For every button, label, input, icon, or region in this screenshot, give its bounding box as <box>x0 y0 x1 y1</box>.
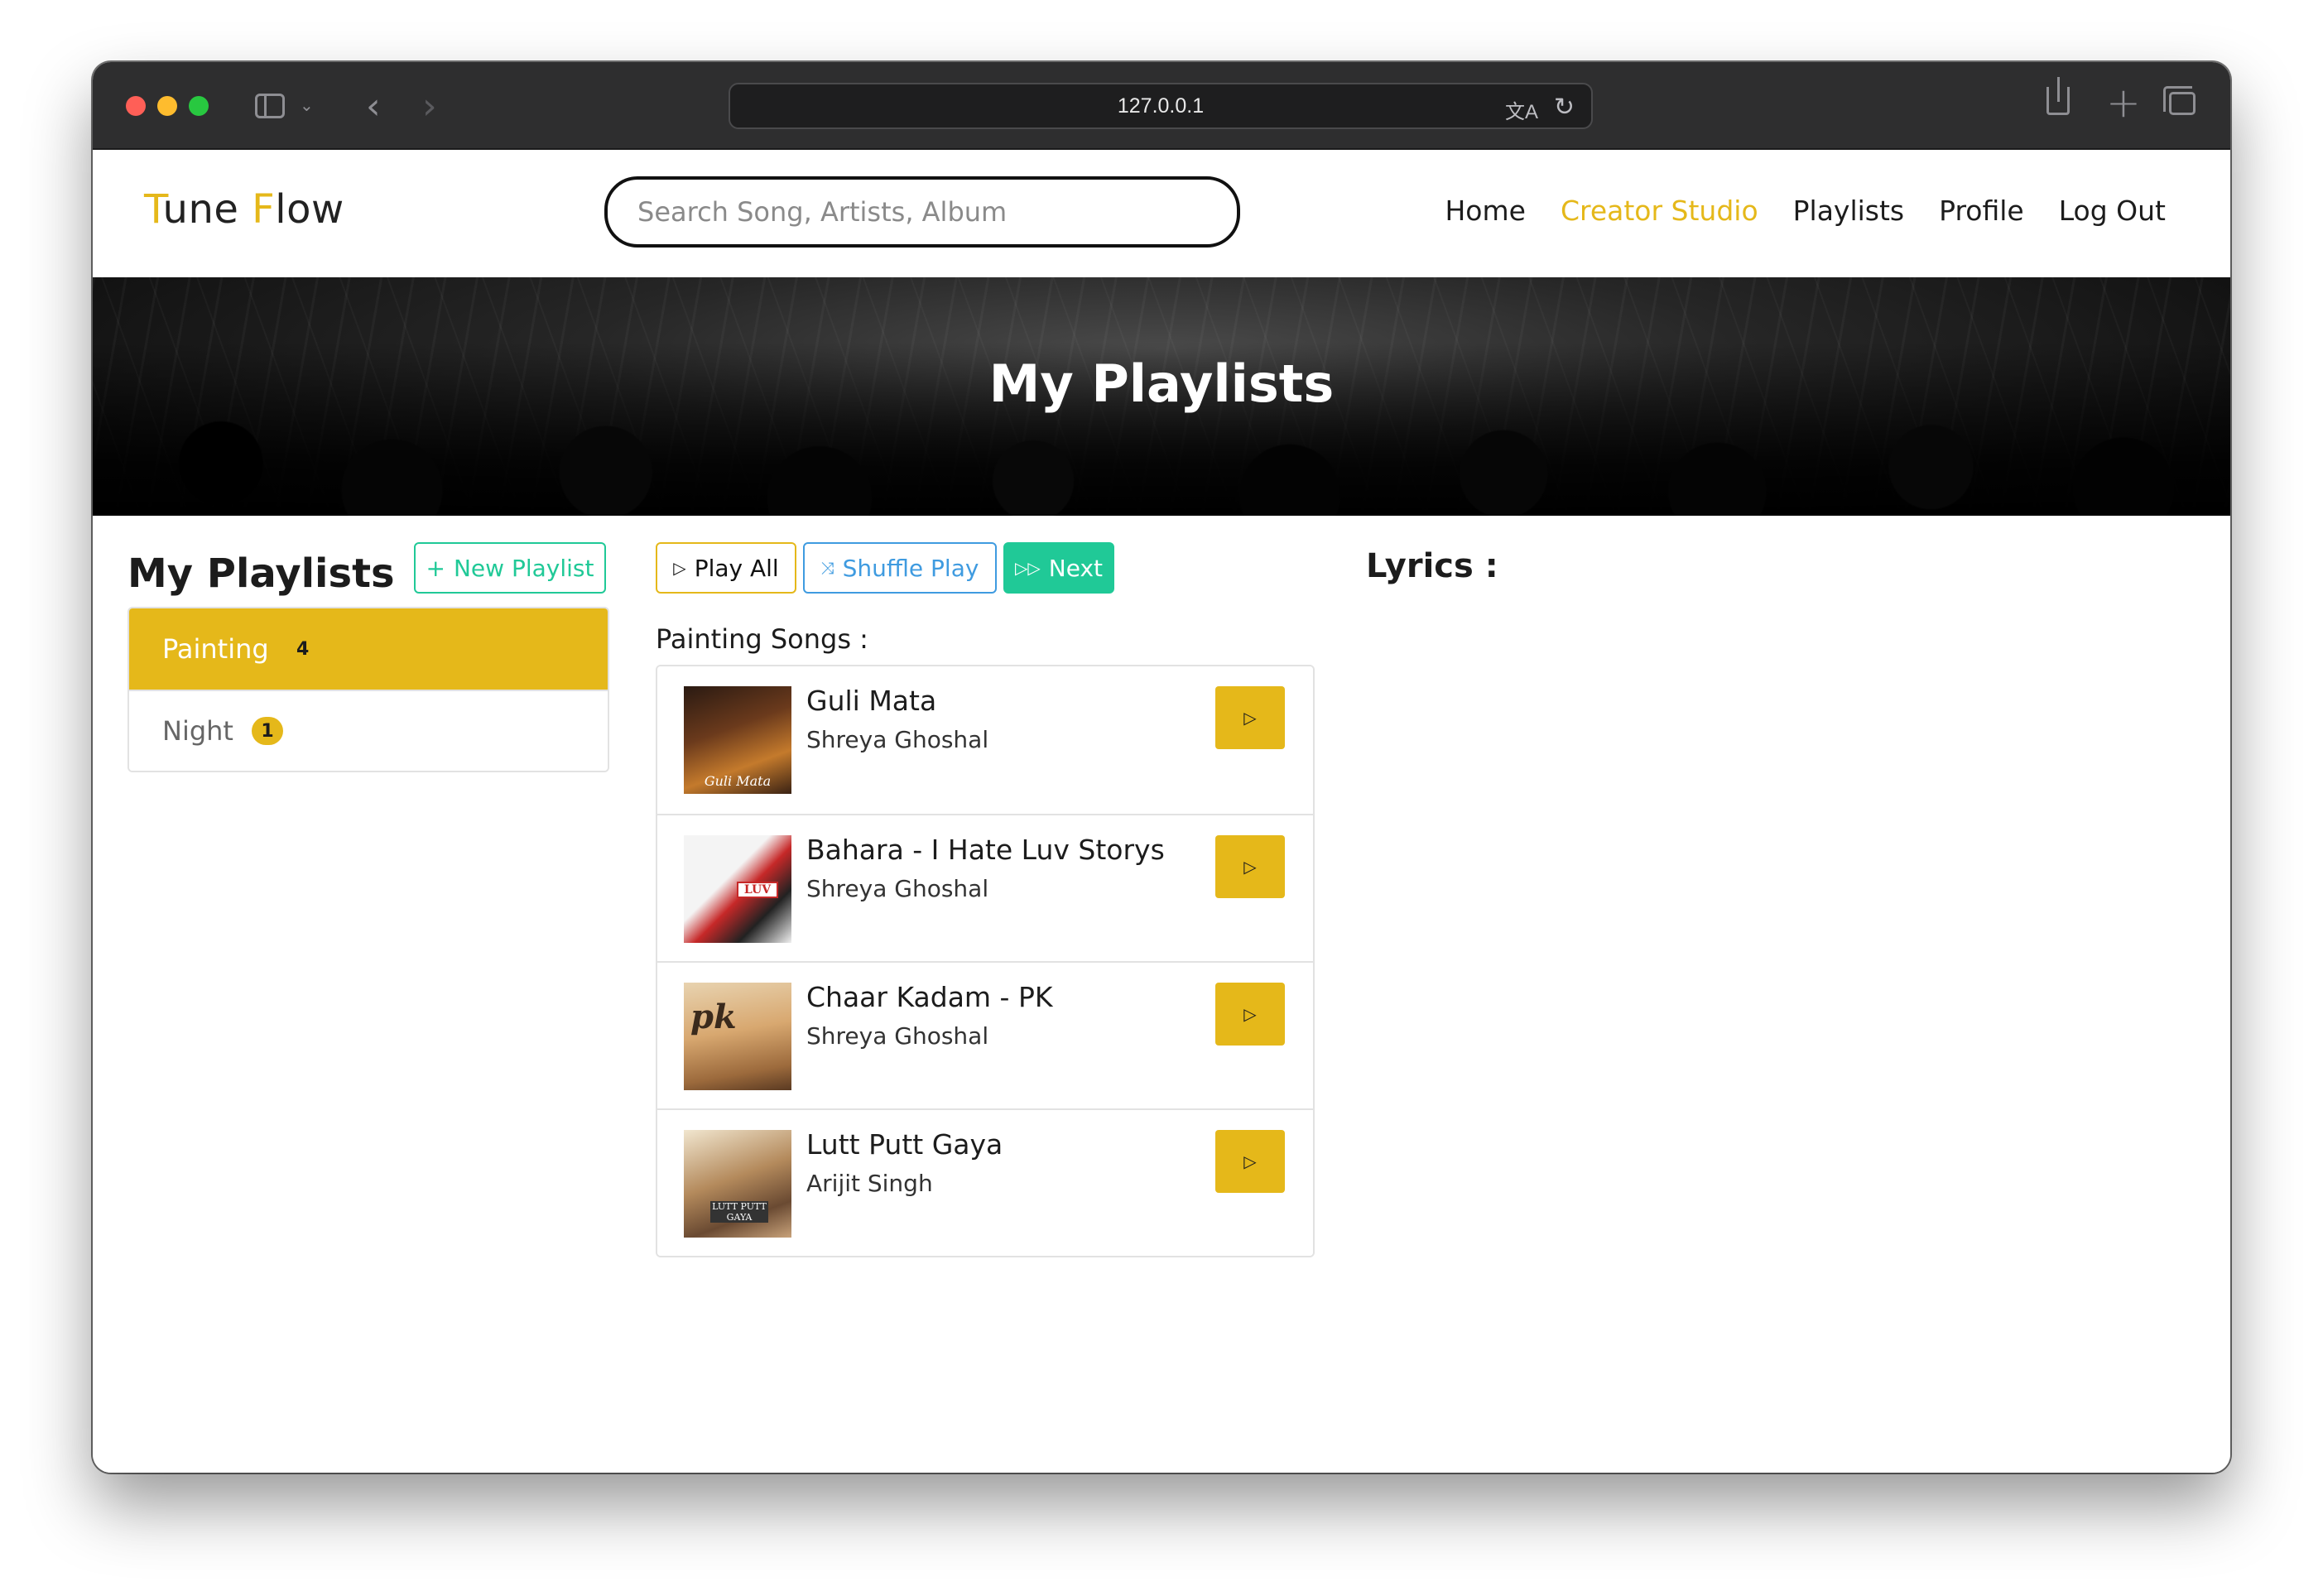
play-icon: ▷ <box>1243 709 1257 728</box>
cover-title: LUTT PUTT GAYA <box>710 1201 768 1223</box>
share-icon[interactable] <box>2046 77 2070 115</box>
next-button[interactable]: ▷▷ Next <box>1003 542 1114 594</box>
top-navbar: Tune Flow Home Creator Studio Playlists … <box>93 150 2230 277</box>
play-icon: ▷ <box>1243 1005 1257 1024</box>
play-song-button[interactable]: ▷ <box>1215 1130 1285 1193</box>
play-icon: ▷ <box>673 558 686 578</box>
playback-controls: ▷ Play All ⤨ Shuffle Play ▷▷ Next <box>656 542 1114 594</box>
browser-titlebar: ⌄ ‹ › 127.0.0.1 文A ↻ + <box>93 62 2230 150</box>
cover-title: Guli Mata <box>704 773 772 789</box>
album-cover: LUTT PUTT GAYA <box>684 1130 791 1238</box>
reload-icon[interactable]: ↻ <box>1554 93 1575 122</box>
nav-profile[interactable]: Profile <box>1939 195 2024 227</box>
translate-icon[interactable]: 文A <box>1505 95 1538 124</box>
main-nav: Home Creator Studio Playlists Profile Lo… <box>1445 195 2166 227</box>
song-title: Bahara - I Hate Luv Storys <box>806 834 1165 866</box>
song-artist: Shreya Ghoshal <box>806 875 989 902</box>
song-artist: Shreya Ghoshal <box>806 726 989 753</box>
song-list: Guli Mata Guli Mata Shreya Ghoshal ▷ LUV… <box>656 665 1315 1257</box>
play-song-button[interactable]: ▷ <box>1215 983 1285 1046</box>
url-text: 127.0.0.1 <box>1117 94 1205 118</box>
play-all-button[interactable]: ▷ Play All <box>656 542 796 594</box>
nav-playlists[interactable]: Playlists <box>1793 195 1904 227</box>
playlist-name: Painting <box>162 633 269 665</box>
shuffle-icon: ⤨ <box>820 558 834 578</box>
nav-log-out[interactable]: Log Out <box>2059 195 2166 227</box>
cover-title: pk <box>690 997 737 1036</box>
app-page: Tune Flow Home Creator Studio Playlists … <box>93 150 2230 1473</box>
brand-logo[interactable]: Tune Flow <box>144 186 344 233</box>
brand-letter-t: T <box>144 186 163 233</box>
playlist-count-badge: 1 <box>251 717 283 745</box>
minimize-window-button[interactable] <box>157 96 177 116</box>
chevron-down-icon[interactable]: ⌄ <box>300 95 314 115</box>
sidebar-toggle-icon[interactable] <box>255 94 285 118</box>
brand-text-low: low <box>275 186 344 233</box>
playlist-item-night[interactable]: Night 1 <box>129 690 608 771</box>
cover-title: LUV <box>737 882 778 898</box>
shuffle-play-label: Shuffle Play <box>842 554 979 582</box>
back-arrow-icon[interactable]: ‹ <box>366 85 381 127</box>
songs-section-label: Painting Songs : <box>656 623 868 655</box>
playlist-count-badge: 4 <box>296 638 310 660</box>
playlist-list: Painting 4 Night 1 <box>127 607 609 772</box>
album-cover: Guli Mata <box>684 686 791 794</box>
search-input[interactable] <box>604 176 1240 248</box>
song-title: Lutt Putt Gaya <box>806 1128 1003 1161</box>
playlists-heading: My Playlists <box>127 550 395 597</box>
play-icon: ▷ <box>1243 1152 1257 1171</box>
maximize-window-button[interactable] <box>189 96 209 116</box>
hero-banner: My Playlists <box>93 277 2230 516</box>
nav-home[interactable]: Home <box>1445 195 1525 227</box>
song-title: Chaar Kadam - PK <box>806 981 1053 1013</box>
play-icon: ▷ <box>1243 858 1257 877</box>
song-row: LUTT PUTT GAYA Lutt Putt Gaya Arijit Sin… <box>657 1108 1313 1256</box>
song-row: LUV Bahara - I Hate Luv Storys Shreya Gh… <box>657 814 1313 961</box>
song-artist: Arijit Singh <box>806 1170 933 1197</box>
album-cover: LUV <box>684 835 791 943</box>
playlist-name: Night <box>162 715 233 747</box>
lyrics-heading: Lyrics : <box>1366 547 1498 585</box>
address-bar[interactable]: 127.0.0.1 文A ↻ <box>729 83 1593 129</box>
new-playlist-label: New Playlist <box>453 554 594 582</box>
play-song-button[interactable]: ▷ <box>1215 686 1285 749</box>
song-row: pk Chaar Kadam - PK Shreya Ghoshal ▷ <box>657 961 1313 1108</box>
play-song-button[interactable]: ▷ <box>1215 835 1285 898</box>
plus-icon: + <box>426 554 445 582</box>
new-playlist-button[interactable]: + New Playlist <box>414 542 606 594</box>
play-all-label: Play All <box>694 554 779 582</box>
song-artist: Shreya Ghoshal <box>806 1022 989 1050</box>
brand-letter-f: F <box>252 186 276 233</box>
brand-text-une: une <box>162 186 252 233</box>
song-title: Guli Mata <box>806 685 937 717</box>
playlist-item-painting[interactable]: Painting 4 <box>129 608 608 690</box>
tab-overview-icon[interactable] <box>2163 86 2196 115</box>
nav-creator-studio[interactable]: Creator Studio <box>1561 195 1758 227</box>
album-cover: pk <box>684 983 791 1090</box>
hero-title: My Playlists <box>988 353 1335 414</box>
shuffle-play-button[interactable]: ⤨ Shuffle Play <box>803 542 997 594</box>
close-window-button[interactable] <box>126 96 146 116</box>
browser-window: ⌄ ‹ › 127.0.0.1 文A ↻ + Tune Flow Home Cr… <box>93 62 2230 1473</box>
fast-forward-icon: ▷▷ <box>1015 558 1041 578</box>
forward-arrow-icon[interactable]: › <box>422 85 437 127</box>
song-row: Guli Mata Guli Mata Shreya Ghoshal ▷ <box>657 666 1313 814</box>
new-tab-icon[interactable]: + <box>2106 79 2141 127</box>
next-label: Next <box>1048 554 1103 582</box>
